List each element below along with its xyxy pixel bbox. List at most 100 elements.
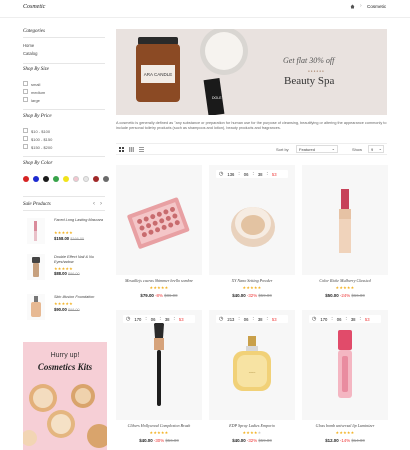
timer-days: 213 <box>227 316 235 322</box>
size-medium-checkbox[interactable] <box>23 89 28 94</box>
breadcrumb-separator: › <box>360 3 362 9</box>
product-6-image[interactable] <box>302 310 388 420</box>
sale-next-button[interactable]: › <box>100 201 102 207</box>
size-small-checkbox[interactable] <box>23 81 28 86</box>
divider <box>23 156 105 157</box>
timer-hours: 06 <box>243 316 249 322</box>
grid-view-icon[interactable] <box>119 147 124 152</box>
promo-banner[interactable]: Hurry up! Cosmetics Kits <box>23 342 107 450</box>
timer-days: 136 <box>227 171 235 177</box>
timer-hours: 06 <box>150 316 156 322</box>
site-logo[interactable]: Cosmetic <box>23 4 45 10</box>
product-4-name[interactable]: Clibers Hollywood Complexion Brush <box>116 423 202 428</box>
home-icon[interactable] <box>350 4 355 9</box>
categories-title: Categories <box>23 29 45 34</box>
price-range-2-checkbox[interactable] <box>23 136 28 141</box>
product-3-name[interactable]: Color Ricke Mulberry Classicd <box>302 278 388 283</box>
color-swatches <box>23 176 109 182</box>
product-2-image[interactable] <box>209 165 295 275</box>
cosmetics-kit-image <box>23 384 107 448</box>
product-5-image[interactable]: ~~~ <box>209 310 295 420</box>
product-3-image[interactable] <box>302 165 388 275</box>
price-range-1-label: $10 - $100 <box>31 129 51 134</box>
hero-divider-dots: ●●●●●● <box>308 69 325 73</box>
sale-prev-button[interactable]: ‹ <box>93 201 95 207</box>
color-swatch-7[interactable] <box>83 176 89 182</box>
sale-products-title: Sale Products <box>23 202 51 207</box>
color-swatch-9[interactable] <box>103 176 109 182</box>
product-card[interactable]: ~~~ ◷ 213: 06: 38: 53 EDP Spray Ladies E… <box>209 310 295 450</box>
price-range-3-checkbox[interactable] <box>23 144 28 149</box>
color-filter-title: Shop By Color <box>23 161 53 166</box>
countdown-timer: ◷ 170: 06: 38: 53 <box>123 315 195 323</box>
product-5-name[interactable]: EDP Spray Ladies Emporio <box>209 423 295 428</box>
sale-product-3-rating: ★★★★★ <box>54 301 73 306</box>
timer-days: 170 <box>320 316 328 322</box>
product-1-name[interactable]: Mesaillejs cacras Shimmer brello sombre <box>116 278 202 283</box>
product-6-rating: ★★★★★ <box>335 430 355 435</box>
timer-hours: 06 <box>243 171 249 177</box>
chevron-down-icon: ⌄ <box>331 146 335 151</box>
category-home-link[interactable]: Home <box>23 43 34 48</box>
color-swatch-2[interactable] <box>33 176 39 182</box>
divider <box>23 63 105 64</box>
promo-title: Cosmetics Kits <box>37 362 93 372</box>
color-swatch-8[interactable] <box>93 176 99 182</box>
price-range-2-label: $100 - $150 <box>31 137 53 142</box>
color-swatch-3[interactable] <box>43 176 49 182</box>
sale-product-2-image[interactable] <box>27 254 45 280</box>
product-5-price: $40.00 -32% $59.00 <box>232 438 272 443</box>
hero-banner[interactable]: ARA CANDLE DOLE <box>116 29 387 115</box>
product-2-price: $40.00 -32% $59.00 <box>232 293 272 298</box>
product-card[interactable]: ◷ 170: 06: 38: 53 Gloss bomb universal l… <box>302 310 388 450</box>
hero-offer: Get flat 30% off <box>283 56 335 65</box>
sale-product-3-name[interactable]: Skin Illusion Foundation <box>54 295 109 300</box>
size-small-label: small <box>31 82 41 87</box>
sale-product-1-rating: ★★★★★ <box>54 230 73 235</box>
size-large-checkbox[interactable] <box>23 97 28 102</box>
product-6-name[interactable]: Gloss bomb universal lip Luminizer <box>302 423 388 428</box>
timer-minutes: 38 <box>350 316 356 322</box>
product-card[interactable]: ◷ 170: 06: 38: 53 Clibers Hollywood Comp… <box>116 310 202 450</box>
sale-product-3-old-price: $98.00 <box>67 308 80 312</box>
product-3-price: $50.00 -24% $66.00 <box>325 293 365 298</box>
sale-product-2-old-price: $96.00 <box>67 272 80 276</box>
price-range-3-label: $150 - $200 <box>31 145 53 150</box>
product-1-image[interactable] <box>116 165 202 275</box>
countdown-timer: ◷ 170: 06: 38: 53 <box>309 315 381 323</box>
color-swatch-4[interactable] <box>53 176 59 182</box>
price-filter-title: Shop By Price <box>23 114 52 119</box>
sort-by-label: Sort by <box>276 147 289 152</box>
product-4-image[interactable] <box>116 310 202 420</box>
sort-select[interactable]: Featured ⌄ <box>296 145 338 153</box>
color-swatch-6[interactable] <box>73 176 79 182</box>
show-value: 9 <box>371 147 374 152</box>
product-2-name[interactable]: XY Nano Setting Powder <box>209 278 295 283</box>
category-catalog-link[interactable]: Catalog <box>23 51 37 56</box>
product-3-rating: ★★★★★ <box>335 285 355 290</box>
product-card[interactable]: ◷ 136: 06: 38: 53 XY Nano Setting Powder… <box>209 165 295 305</box>
header-divider <box>0 17 410 18</box>
timer-seconds: 53 <box>178 316 184 322</box>
category-description: A cosmetic is generally defined as "any … <box>116 121 387 130</box>
breadcrumb-current: Cosmetic <box>367 4 387 9</box>
show-count-select[interactable]: 9 ⌄ <box>368 145 384 153</box>
color-swatch-1[interactable] <box>23 176 29 182</box>
product-4-price: $40.00 -30% $56.00 <box>139 438 179 443</box>
list-view-icon[interactable] <box>139 147 144 152</box>
sale-product-1-image[interactable] <box>27 218 45 244</box>
product-card[interactable]: Mesaillejs cacras Shimmer brello sombre … <box>116 165 202 305</box>
product-1-price: $79.00 -8% $86.00 <box>140 293 178 298</box>
sale-product-2-price: $88.00 $96.00 <box>54 271 80 276</box>
price-range-1-checkbox[interactable] <box>23 128 28 133</box>
product-card[interactable]: Color Ricke Mulberry Classicd ★★★★★ $50.… <box>302 165 388 305</box>
sale-product-2-name[interactable]: Double Effect Nail & Nu Eyeshadow <box>54 255 109 265</box>
sale-product-1-name[interactable]: Faced Long Lasting Mascara <box>54 218 109 223</box>
sale-product-1-old-price: $166.00 <box>70 237 85 241</box>
divider <box>23 196 105 197</box>
clock-icon: ◷ <box>219 171 224 177</box>
grid-3-view-icon[interactable] <box>129 147 134 152</box>
sale-product-3-image[interactable] <box>27 294 45 320</box>
product-1-rating: ★★★★★ <box>149 285 169 290</box>
color-swatch-5[interactable] <box>63 176 69 182</box>
